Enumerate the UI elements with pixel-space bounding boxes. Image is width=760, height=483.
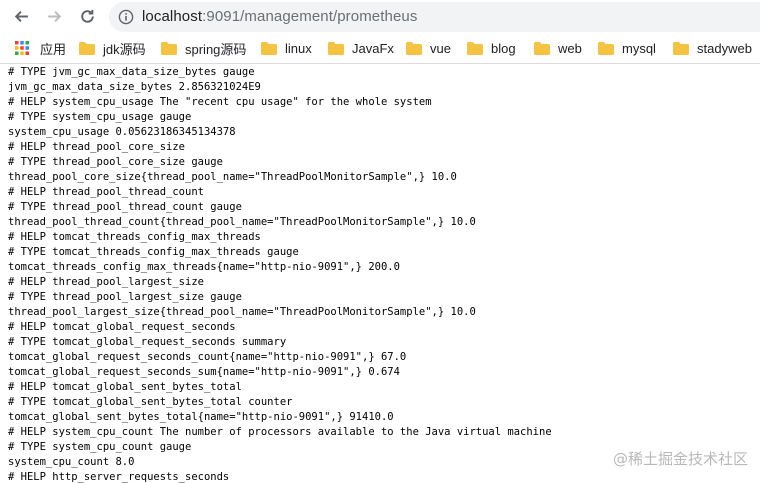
metrics-page: # TYPE jvm_gc_max_data_size_bytes gauge j… [0, 64, 760, 483]
metrics-text: # TYPE jvm_gc_max_data_size_bytes gauge j… [0, 64, 760, 483]
folder-icon [261, 41, 277, 55]
metric-line: # TYPE thread_pool_thread_count gauge [8, 201, 242, 213]
forward-button[interactable] [43, 5, 65, 27]
reload-icon [80, 9, 94, 23]
bookmark-linux[interactable]: linux [261, 39, 312, 57]
bookmark-apps[interactable]: 应用 [14, 39, 66, 57]
metric-line: # HELP thread_pool_thread_count [8, 186, 204, 198]
bookmark-label: vue [430, 40, 451, 56]
bookmark-stadyweb[interactable]: stadyweb [673, 39, 752, 57]
reload-button[interactable] [76, 5, 98, 27]
bookmark-blog[interactable]: blog [467, 39, 516, 57]
folder-icon [328, 41, 344, 55]
browser-toolbar: localhost:9091/management/prometheus [0, 0, 760, 33]
bookmark-spring[interactable]: spring源码 [161, 39, 246, 57]
bookmark-label: spring源码 [185, 41, 247, 57]
metric-line: thread_pool_core_size{thread_pool_name="… [8, 171, 457, 183]
metric-line: # HELP tomcat_global_sent_bytes_total [8, 381, 242, 393]
metric-line: tomcat_global_request_seconds_count{name… [8, 351, 407, 363]
metric-line: # HELP http_server_requests_seconds [8, 471, 230, 483]
metric-line: # HELP tomcat_threads_config_max_threads [8, 231, 261, 243]
bookmark-label: blog [491, 40, 516, 56]
arrow-left-icon [14, 10, 28, 22]
bookmark-web[interactable]: web [534, 39, 582, 57]
metric-line: # HELP tomcat_global_request_seconds [8, 321, 236, 333]
metric-line: system_cpu_usage 0.05623186345134378 [8, 126, 236, 138]
address-bar[interactable]: localhost:9091/management/prometheus [109, 2, 760, 32]
bookmark-label: mysql [622, 40, 656, 56]
metric-line: # HELP thread_pool_core_size [8, 141, 186, 153]
metric-line: tomcat_global_request_seconds_sum{name="… [8, 366, 400, 378]
folder-icon [534, 41, 550, 55]
bookmark-label: 应用 [40, 41, 67, 57]
metric-line: # TYPE thread_pool_core_size gauge [8, 156, 223, 168]
bookmark-vue[interactable]: vue [406, 39, 451, 57]
metric-line: # HELP thread_pool_largest_size [8, 276, 204, 288]
bookmark-label: jdk源码 [103, 41, 146, 57]
bookmark-label: linux [285, 40, 312, 56]
folder-icon [467, 41, 483, 55]
metric-line: tomcat_threads_config_max_threads{name="… [8, 261, 400, 273]
metric-line: # TYPE thread_pool_largest_size gauge [8, 291, 242, 303]
metric-line: # HELP system_cpu_usage The "recent cpu … [8, 96, 432, 108]
arrow-right-icon [47, 10, 61, 22]
bookmark-mysql[interactable]: mysql [598, 39, 656, 57]
bookmark-label: web [558, 40, 582, 56]
bookmark-jdk[interactable]: jdk源码 [79, 39, 146, 57]
metric-line: # TYPE tomcat_global_sent_bytes_total co… [8, 396, 293, 408]
bookmarks-bar: 应用 jdk源码 spring源码 linux JavaFx vue blog … [0, 33, 760, 64]
metric-line: jvm_gc_max_data_size_bytes 2.856321024E9 [8, 81, 261, 93]
back-button[interactable] [10, 5, 32, 27]
folder-icon [673, 41, 689, 55]
bookmark-label: JavaFx [352, 40, 394, 56]
apps-grid-icon [15, 41, 29, 55]
metric-line: # HELP system_cpu_count The number of pr… [8, 426, 552, 438]
url-path: :9091/management/prometheus [202, 8, 418, 25]
metric-line: # TYPE tomcat_threads_config_max_threads… [8, 246, 299, 258]
url-host: localhost [142, 8, 203, 25]
folder-icon [598, 41, 614, 55]
metric-line: # TYPE tomcat_global_request_seconds sum… [8, 336, 287, 348]
metric-line: # TYPE jvm_gc_max_data_size_bytes gauge [8, 66, 255, 78]
metric-line: thread_pool_largest_size{thread_pool_nam… [8, 306, 476, 318]
metric-line: thread_pool_thread_count{thread_pool_nam… [8, 216, 476, 228]
info-icon[interactable] [118, 9, 134, 25]
bookmark-label: stadyweb [697, 40, 752, 56]
watermark: @稀土掘金技术社区 [612, 450, 748, 468]
folder-icon [161, 41, 177, 55]
folder-icon [406, 41, 422, 55]
bookmark-javafx[interactable]: JavaFx [328, 39, 394, 57]
metric-line: # TYPE system_cpu_usage gauge [8, 111, 192, 123]
folder-icon [79, 41, 95, 55]
url-text[interactable]: localhost:9091/management/prometheus [142, 8, 417, 26]
metric-line: tomcat_global_sent_bytes_total{name="htt… [8, 411, 394, 423]
